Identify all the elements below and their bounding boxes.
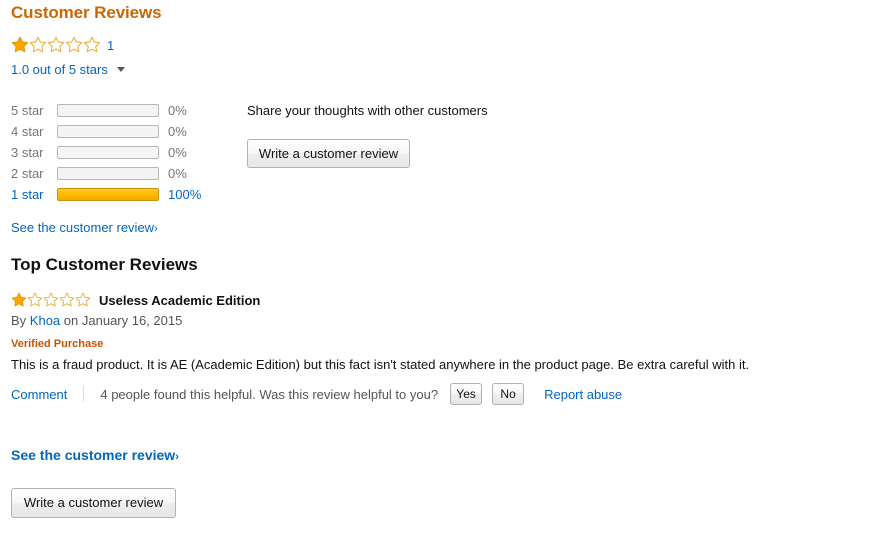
histogram-row-2-star: 2 star 0% [11,163,221,184]
review-count-link[interactable]: 1 [107,38,114,53]
top-customer-reviews-heading: Top Customer Reviews [11,255,198,274]
see-customer-review-label-top[interactable]: See the customer review [11,220,154,235]
histogram-star-label: 4 star [11,124,44,139]
histogram-percent-label: 0% [168,124,187,139]
histogram-bar-track [57,167,159,180]
review-author-link[interactable]: Khoa [30,313,60,328]
see-customer-review-label-bottom[interactable]: See the customer review [11,447,175,463]
histogram-row-4-star: 4 star 0% [11,121,221,142]
histogram-percent-label: 0% [168,103,187,118]
histogram-star-label: 5 star [11,103,44,118]
chevron-right-icon[interactable]: › [175,451,179,463]
histogram-star-label: 3 star [11,145,44,160]
helpful-yes-button[interactable]: Yes [450,383,483,405]
summary-rating-row: 1 [11,36,114,54]
histogram-bar-track [57,104,159,117]
review-action-row: Comment 4 people found this helpful. Was… [11,383,622,405]
histogram-bar-track [57,125,159,138]
verified-purchase-badge: Verified Purchase [11,338,104,350]
write-customer-review-button-bottom[interactable]: Write a customer review [11,488,176,518]
histogram-row-3-star: 3 star 0% [11,142,221,163]
histogram-percent-label: 0% [168,145,187,160]
average-rating-row: 1.0 out of 5 stars [11,62,125,77]
share-thoughts-prompt: Share your thoughts with other customers [247,103,488,118]
histogram-percent-label[interactable]: 100% [168,187,201,202]
summary-star-rating-icon[interactable] [11,36,101,54]
review-body-text: This is a fraud product. It is AE (Acade… [11,357,750,372]
report-abuse-link[interactable]: Report abuse [544,387,622,402]
histogram-star-label: 2 star [11,166,44,181]
review-title[interactable]: Useless Academic Edition [99,293,260,308]
see-customer-review-link-top[interactable]: See the customer review› [11,220,158,235]
rating-histogram: 5 star 0% 4 star 0% 3 star 0% 2 star 0% 1 star 10… [11,100,221,205]
chevron-down-icon[interactable] [116,67,125,72]
helpful-no-button[interactable]: No [492,383,525,405]
average-rating-label[interactable]: 1.0 out of 5 stars [11,62,108,77]
histogram-star-label[interactable]: 1 star [11,187,57,202]
histogram-row-1-star[interactable]: 1 star 100% [11,184,221,205]
review-star-rating-icon[interactable] [11,292,91,308]
chevron-right-icon[interactable]: › [154,223,158,235]
review-byline: By Khoa on January 16, 2015 [11,313,182,328]
comment-link[interactable]: Comment [11,387,67,402]
divider [83,386,85,402]
histogram-bar-track[interactable] [57,188,159,201]
page-title: Customer Reviews [11,3,162,22]
see-customer-review-link-bottom[interactable]: See the customer review› [11,447,179,463]
histogram-bar-fill [58,189,158,200]
histogram-bar-track [57,146,159,159]
histogram-percent-label: 0% [168,166,187,181]
write-customer-review-button-top[interactable]: Write a customer review [247,139,410,168]
review-header: Useless Academic Edition [11,292,260,308]
byline-middle: on [63,313,79,328]
helpful-vote-text: 4 people found this helpful. Was this re… [100,386,439,402]
histogram-row-5-star: 5 star 0% [11,100,221,121]
byline-prefix: By [11,313,27,328]
review-date: January 16, 2015 [81,313,183,328]
